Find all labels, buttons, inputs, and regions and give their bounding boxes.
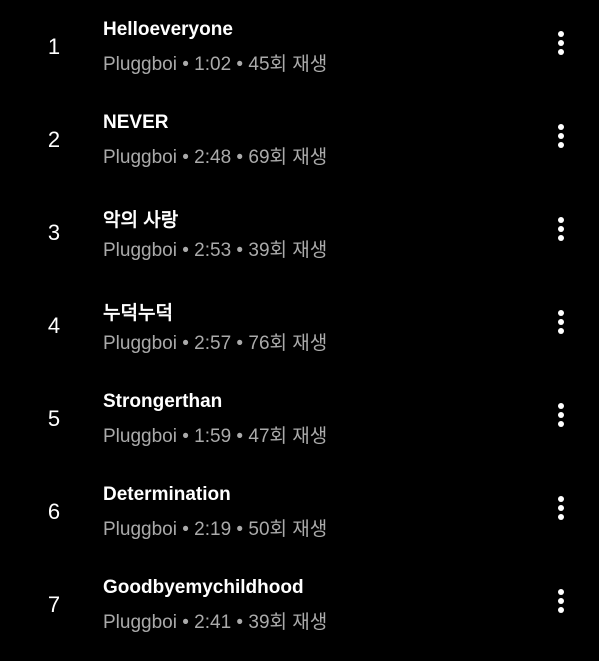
track-meta: Pluggboi • 2:48 • 69회 재생 bbox=[103, 147, 328, 168]
track-meta: Pluggboi • 2:53 • 39회 재생 bbox=[103, 240, 328, 261]
track-artist: Pluggboi bbox=[103, 240, 177, 261]
more-vert-icon bbox=[558, 496, 564, 520]
track-duration: 1:59 bbox=[194, 426, 232, 447]
more-options-button[interactable] bbox=[545, 307, 577, 339]
track-duration: 2:19 bbox=[194, 519, 232, 540]
more-vert-icon bbox=[558, 403, 564, 427]
track-row[interactable]: 2 NEVER Pluggboi • 2:48 • 69회 재생 bbox=[0, 97, 599, 190]
track-number: 6 bbox=[47, 499, 61, 524]
track-number: 4 bbox=[47, 313, 61, 338]
more-options-button[interactable] bbox=[545, 28, 577, 60]
track-plays: 69회 재생 bbox=[248, 147, 328, 168]
more-options-button[interactable] bbox=[545, 493, 577, 525]
track-duration: 2:53 bbox=[194, 240, 232, 261]
more-vert-icon bbox=[558, 124, 564, 148]
track-row[interactable]: 7 Goodbyemychildhood Pluggboi • 2:41 • 3… bbox=[0, 562, 599, 655]
track-title: NEVER bbox=[103, 112, 169, 133]
more-options-button[interactable] bbox=[545, 400, 577, 432]
track-duration: 2:48 bbox=[194, 147, 232, 168]
track-artist: Pluggboi bbox=[103, 612, 177, 633]
track-meta: Pluggboi • 1:59 • 47회 재생 bbox=[103, 426, 328, 447]
more-options-button[interactable] bbox=[545, 214, 577, 246]
track-row[interactable]: 1 Helloeveryone Pluggboi • 1:02 • 45회 재생 bbox=[0, 4, 599, 97]
more-vert-icon bbox=[558, 310, 564, 334]
track-plays: 39회 재생 bbox=[248, 240, 328, 261]
track-number: 5 bbox=[47, 406, 61, 431]
track-artist: Pluggboi bbox=[103, 54, 177, 75]
more-vert-icon bbox=[558, 31, 564, 55]
track-number: 7 bbox=[47, 592, 61, 617]
track-plays: 39회 재생 bbox=[248, 612, 328, 633]
track-title: Determination bbox=[103, 484, 231, 505]
track-plays: 76회 재생 bbox=[248, 333, 328, 354]
track-row[interactable]: 5 Strongerthan Pluggboi • 1:59 • 47회 재생 bbox=[0, 376, 599, 469]
track-title: Goodbyemychildhood bbox=[103, 577, 304, 598]
track-artist: Pluggboi bbox=[103, 333, 177, 354]
track-plays: 50회 재생 bbox=[248, 519, 328, 540]
track-title: 누덕누덕 bbox=[103, 303, 173, 324]
track-row[interactable]: 4 누덕누덕 Pluggboi • 2:57 • 76회 재생 bbox=[0, 283, 599, 376]
track-plays: 45회 재생 bbox=[248, 54, 328, 75]
track-duration: 2:41 bbox=[194, 612, 232, 633]
track-title: Strongerthan bbox=[103, 391, 223, 412]
track-title: 악의 사랑 bbox=[103, 210, 179, 231]
more-vert-icon bbox=[558, 589, 564, 613]
more-vert-icon bbox=[558, 217, 564, 241]
track-artist: Pluggboi bbox=[103, 426, 177, 447]
track-meta: Pluggboi • 2:57 • 76회 재생 bbox=[103, 333, 328, 354]
track-title: Helloeveryone bbox=[103, 19, 233, 40]
track-meta: Pluggboi • 1:02 • 45회 재생 bbox=[103, 54, 328, 75]
track-number: 2 bbox=[47, 127, 61, 152]
track-number: 3 bbox=[47, 220, 61, 245]
track-meta: Pluggboi • 2:41 • 39회 재생 bbox=[103, 612, 328, 633]
track-artist: Pluggboi bbox=[103, 519, 177, 540]
more-options-button[interactable] bbox=[545, 586, 577, 618]
more-options-button[interactable] bbox=[545, 121, 577, 153]
track-meta: Pluggboi • 2:19 • 50회 재생 bbox=[103, 519, 328, 540]
track-duration: 2:57 bbox=[194, 333, 232, 354]
track-artist: Pluggboi bbox=[103, 147, 177, 168]
track-row[interactable]: 6 Determination Pluggboi • 2:19 • 50회 재생 bbox=[0, 469, 599, 562]
track-row[interactable]: 3 악의 사랑 Pluggboi • 2:53 • 39회 재생 bbox=[0, 190, 599, 283]
track-duration: 1:02 bbox=[194, 54, 232, 75]
track-list: 1 Helloeveryone Pluggboi • 1:02 • 45회 재생… bbox=[0, 0, 599, 661]
track-plays: 47회 재생 bbox=[248, 426, 328, 447]
track-number: 1 bbox=[47, 34, 61, 59]
